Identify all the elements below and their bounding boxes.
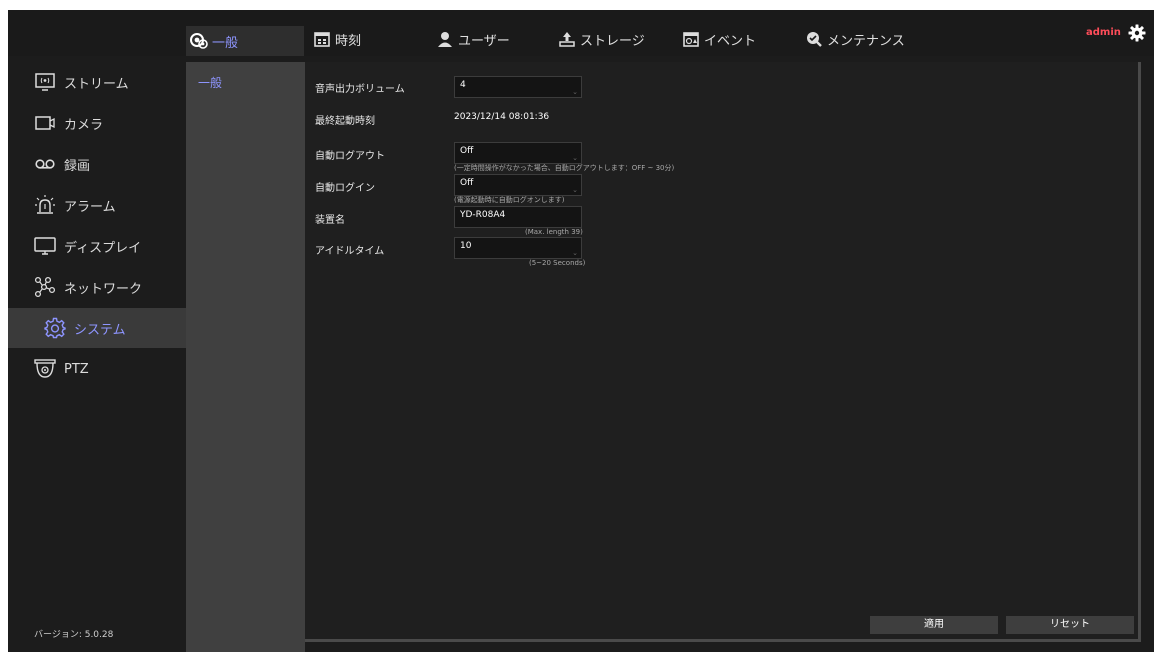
sidebar-item-network[interactable]: ネットワーク — [8, 267, 186, 307]
stream-icon — [35, 73, 55, 91]
dropdown-arrow-icon: ⌄ — [572, 186, 578, 194]
idle-time-value: 10 — [460, 241, 472, 251]
tab-event[interactable]: イベント — [682, 24, 756, 54]
user-icon — [438, 32, 452, 47]
device-name-input[interactable]: YD-R08A4 — [454, 206, 582, 228]
sidebar-item-stream[interactable]: ストリーム — [8, 62, 186, 102]
sidebar-item-ptz-label: PTZ — [64, 361, 89, 377]
calendar-icon — [314, 32, 330, 47]
idle-time-select[interactable]: 10 ⌄ — [454, 237, 582, 259]
camera-icon — [35, 116, 55, 130]
system-gear-icon — [44, 317, 66, 339]
auto-logout-hint: (一定時間操作がなかった場合、自動ログアウトします：OFF ~ 30分) — [454, 164, 675, 172]
sidebar-item-record[interactable]: 録画 — [8, 144, 186, 184]
idle-time-label: アイドルタイム — [315, 246, 385, 257]
tab-general[interactable]: 一般 — [186, 26, 304, 56]
volume-label: 音声出力ボリューム — [315, 84, 405, 95]
auto-logout-select[interactable]: Off ⌄ — [454, 142, 582, 164]
sub-menu-panel: 一般 — [186, 62, 305, 652]
auto-login-value: Off — [460, 178, 474, 188]
auto-login-hint: (電源起動時に自動ログオンします) — [454, 196, 565, 204]
last-boot-label: 最終起動時刻 — [315, 116, 375, 127]
top-tab-bar: 一般 時刻 ユーザー ストレージ イベント メンテナンス admin — [8, 10, 1154, 56]
volume-select[interactable]: 4 ⌄ — [454, 76, 582, 98]
record-icon — [35, 159, 55, 169]
event-icon — [683, 32, 699, 47]
tab-time-label: 時刻 — [335, 33, 362, 49]
device-name-hint: (Max. length 39) — [525, 228, 583, 236]
dropdown-arrow-icon: ⌄ — [572, 154, 578, 162]
network-icon — [34, 276, 56, 298]
sidebar-item-camera-label: カメラ — [64, 117, 104, 133]
apply-button[interactable]: 適用 — [870, 616, 998, 634]
app-window: 一般 時刻 ユーザー ストレージ イベント メンテナンス admin ストリーム… — [8, 10, 1154, 652]
sidebar-item-network-label: ネットワーク — [64, 281, 143, 297]
alarm-icon — [35, 195, 55, 214]
ptz-icon — [34, 359, 56, 378]
sidebar-item-system[interactable]: システム — [8, 308, 186, 348]
maintenance-icon — [807, 32, 822, 47]
auto-login-select[interactable]: Off ⌄ — [454, 174, 582, 196]
sidebar-item-camera[interactable]: カメラ — [8, 103, 186, 143]
current-user: admin — [1086, 27, 1121, 38]
sidebar-item-ptz[interactable]: PTZ — [8, 349, 186, 389]
general-settings-panel: 音声出力ボリューム 4 ⌄ 最終起動時刻 2023/12/14 08:01:36… — [305, 62, 1141, 642]
sidebar-item-stream-label: ストリーム — [64, 76, 129, 92]
auto-logout-label: 自動ログアウト — [315, 151, 385, 162]
tab-general-label: 一般 — [212, 35, 239, 51]
auto-logout-value: Off — [460, 146, 474, 156]
volume-value: 4 — [460, 80, 466, 90]
tab-user-label: ユーザー — [458, 33, 510, 49]
sidebar-item-display[interactable]: ディスプレイ — [8, 226, 186, 266]
submenu-item-general[interactable]: 一般 — [198, 74, 222, 91]
auto-login-label: 自動ログイン — [315, 183, 375, 194]
sidebar-item-system-label: システム — [74, 322, 126, 338]
sidebar-item-alarm-label: アラーム — [64, 199, 116, 215]
sidebar-item-alarm[interactable]: アラーム — [8, 185, 186, 225]
storage-icon — [559, 32, 575, 47]
tab-time[interactable]: 時刻 — [313, 24, 361, 54]
idle-time-hint: (5~20 Seconds) — [529, 259, 586, 267]
general-icon — [190, 33, 208, 49]
sidebar-item-display-label: ディスプレイ — [64, 240, 142, 256]
dropdown-arrow-icon: ⌄ — [572, 249, 578, 257]
tab-storage[interactable]: ストレージ — [558, 24, 645, 54]
device-name-label: 装置名 — [315, 215, 345, 226]
left-sidebar: ストリーム カメラ 録画 アラーム ディスプレイ ネットワーク システム PTZ… — [8, 56, 186, 652]
tab-maintenance[interactable]: メンテナンス — [805, 24, 905, 54]
reset-button[interactable]: リセット — [1006, 616, 1134, 634]
tab-storage-label: ストレージ — [580, 33, 645, 49]
tab-user[interactable]: ユーザー — [436, 24, 510, 54]
tab-maintenance-label: メンテナンス — [827, 33, 905, 49]
settings-gear-icon[interactable] — [1128, 24, 1146, 42]
version-label: バージョン: 5.0.28 — [34, 630, 114, 640]
dropdown-arrow-icon: ⌄ — [572, 88, 578, 96]
sidebar-item-record-label: 録画 — [64, 158, 91, 174]
display-icon — [34, 237, 56, 255]
last-boot-value: 2023/12/14 08:01:36 — [454, 112, 550, 122]
tab-event-label: イベント — [704, 33, 757, 49]
device-name-value: YD-R08A4 — [460, 210, 506, 220]
